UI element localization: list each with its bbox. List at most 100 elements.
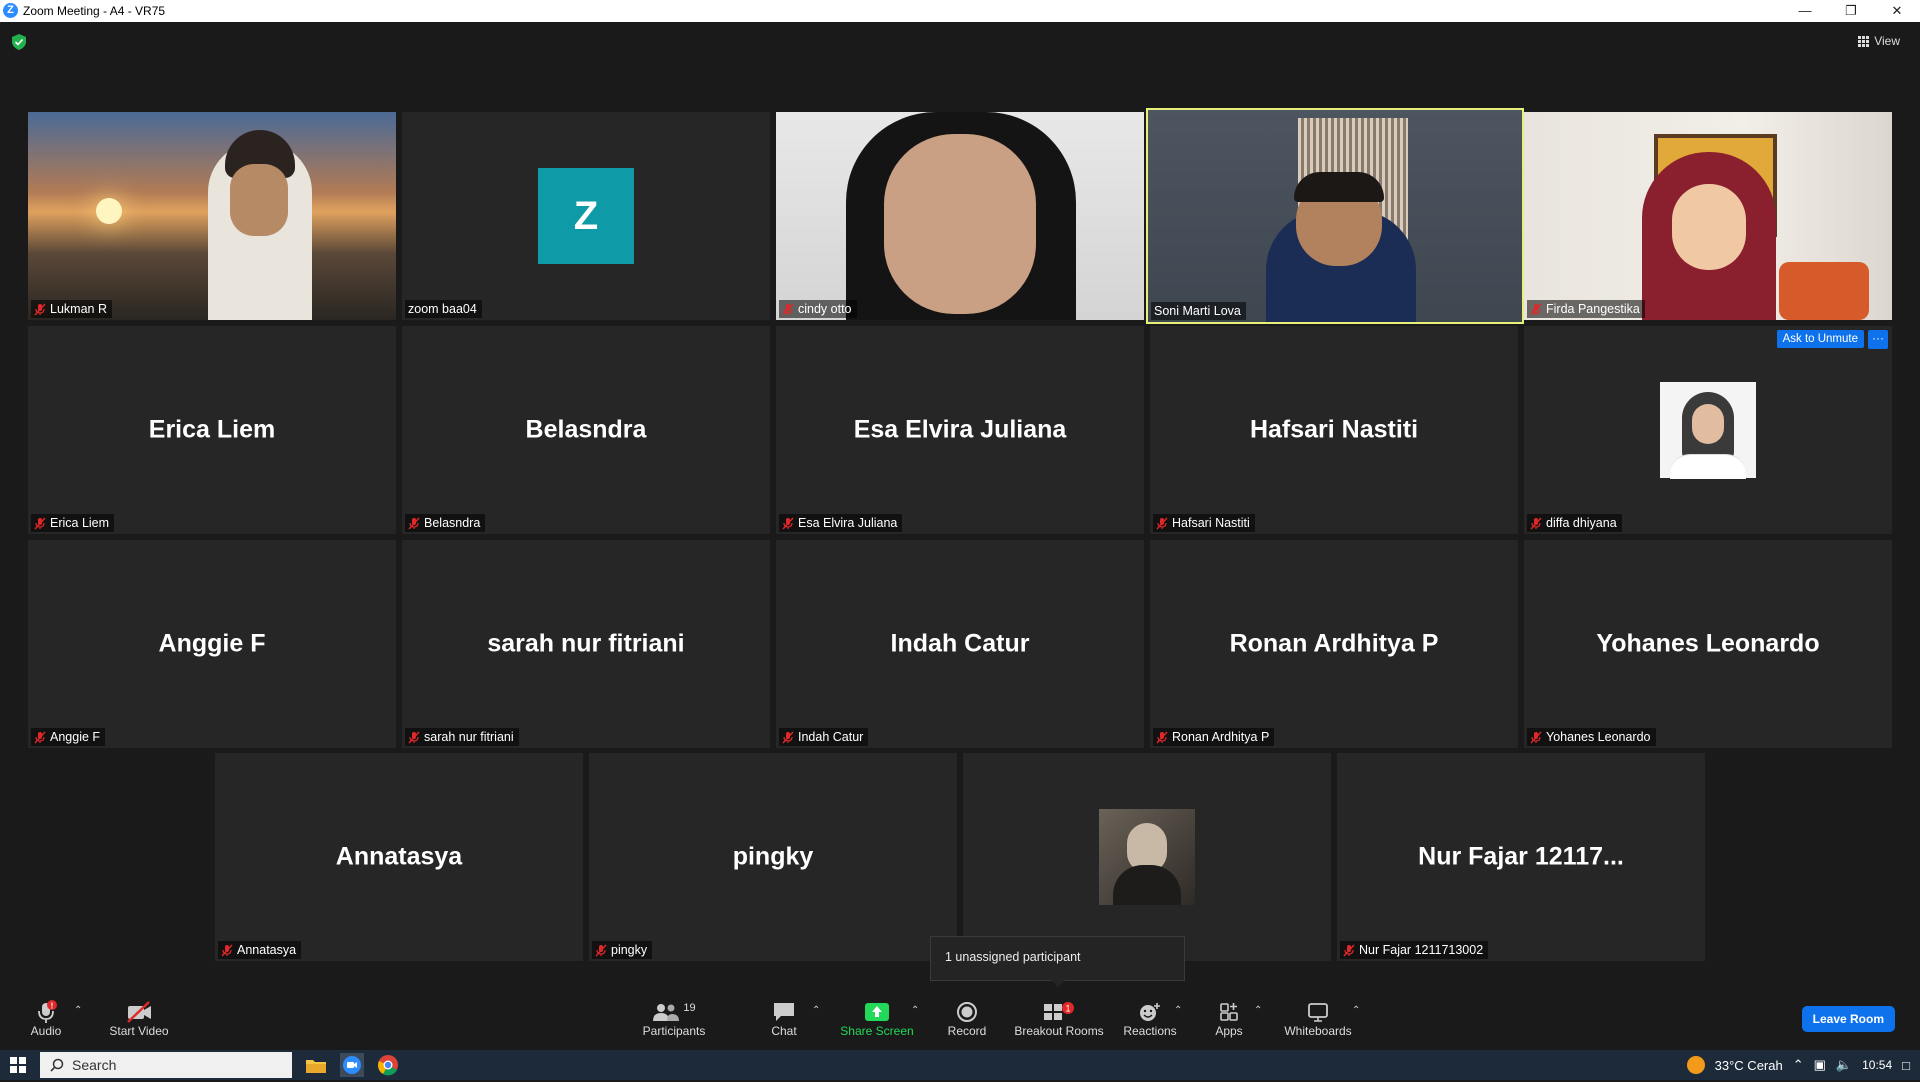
file-explorer-icon[interactable] xyxy=(304,1053,328,1077)
nameplate: Erica Liem xyxy=(31,514,115,532)
breakout-badge: 1 xyxy=(1065,1004,1070,1014)
share-screen-icon xyxy=(865,1003,889,1021)
record-icon xyxy=(957,1002,977,1022)
profile-picture xyxy=(1660,382,1756,479)
video-tile[interactable]: Annatasya Annatasya xyxy=(215,753,583,961)
chrome-icon[interactable] xyxy=(376,1053,400,1077)
leave-room-button[interactable]: Leave Room xyxy=(1801,1006,1895,1032)
close-button[interactable]: ✕ xyxy=(1874,0,1920,22)
weather-text[interactable]: 33°C Cerah xyxy=(1715,1058,1783,1073)
meeting-toolbar: ! Audio ⌃ Start Video 19 Participants Ch… xyxy=(0,995,1920,1047)
reactions-options-caret[interactable]: ⌃ xyxy=(1174,1005,1182,1016)
participant-name: Hafsari Nastiti xyxy=(1172,516,1250,530)
share-screen-button[interactable]: Share Screen xyxy=(840,1000,914,1038)
view-button[interactable]: View xyxy=(1858,34,1900,48)
video-tile[interactable]: Hafsari Nastiti Hafsari Nastiti xyxy=(1150,326,1518,534)
share-options-caret[interactable]: ⌃ xyxy=(911,1005,919,1016)
participant-name: Soni Marti Lova xyxy=(1154,304,1241,318)
mic-muted-icon xyxy=(1343,944,1355,956)
participant-name: zoom baa04 xyxy=(408,302,477,316)
video-tile[interactable]: cindy otto xyxy=(776,112,1144,320)
breakout-rooms-button[interactable]: 1 Breakout Rooms xyxy=(1014,1000,1104,1038)
restore-button[interactable]: ❐ xyxy=(1828,0,1874,22)
video-tile-active-speaker[interactable]: Soni Marti Lova xyxy=(1146,108,1524,324)
reactions-button[interactable]: Reactions xyxy=(1122,1000,1178,1038)
mic-muted-icon xyxy=(782,303,794,315)
audio-options-caret[interactable]: ⌃ xyxy=(74,1005,82,1016)
video-tile[interactable]: pingky pingky xyxy=(589,753,957,961)
record-button[interactable]: Record xyxy=(944,1000,990,1038)
taskbar-search-box[interactable]: Search xyxy=(40,1052,292,1078)
nameplate: Soni Marti Lova xyxy=(1151,302,1246,320)
apps-options-caret[interactable]: ⌃ xyxy=(1254,1005,1262,1016)
apps-button[interactable]: Apps xyxy=(1212,1000,1246,1038)
zoom-taskbar-icon[interactable] xyxy=(340,1053,364,1077)
nameplate: Ronan Ardhitya P xyxy=(1153,728,1275,746)
whiteboards-button[interactable]: Whiteboards xyxy=(1282,1000,1354,1038)
notifications-icon[interactable]: □ xyxy=(1902,1058,1910,1073)
nameplate: Lukman R xyxy=(31,300,112,318)
microphone-icon: ! xyxy=(38,1000,57,1023)
video-tile[interactable]: Indah Catur Indah Catur xyxy=(776,540,1144,748)
nameplate: Indah Catur xyxy=(779,728,869,746)
participant-display-name: Erica Liem xyxy=(148,415,276,444)
participants-button[interactable]: 19 Participants xyxy=(640,1000,708,1038)
clock[interactable]: 10:54 xyxy=(1862,1058,1892,1072)
window-title: Zoom Meeting - A4 - VR75 xyxy=(23,4,166,18)
video-tile[interactable]: Ask to Unmute ··· diffa dhiyana xyxy=(1524,326,1892,534)
video-tile[interactable]: Esa Elvira Juliana Esa Elvira Juliana xyxy=(776,326,1144,534)
nameplate: Annatasya xyxy=(218,941,302,959)
participants-count: 19 xyxy=(683,1002,696,1014)
ask-to-unmute-button[interactable]: Ask to Unmute xyxy=(1776,330,1864,348)
participant-name: cindy otto xyxy=(798,302,852,316)
video-tile[interactable]: Anggie F Anggie F xyxy=(28,540,396,748)
volume-icon[interactable]: 🔈 xyxy=(1836,1057,1852,1073)
participant-name: pingky xyxy=(611,943,648,957)
mic-muted-icon xyxy=(34,303,46,315)
participant-video xyxy=(1524,112,1892,320)
participant-display-name: Nur Fajar 12117... xyxy=(1418,842,1624,871)
show-hidden-icons-caret[interactable]: ⌃ xyxy=(1793,1057,1804,1073)
chat-icon xyxy=(774,1003,794,1021)
more-options-button[interactable]: ··· xyxy=(1868,330,1888,349)
video-tile[interactable] xyxy=(963,753,1331,961)
audio-button[interactable]: ! Audio xyxy=(22,1000,70,1038)
video-tile[interactable]: sarah nur fitriani sarah nur fitriani xyxy=(402,540,770,748)
video-tile[interactable]: Firda Pangestika xyxy=(1524,112,1892,320)
video-tile[interactable]: Lukman R xyxy=(28,112,396,320)
video-tile[interactable]: Z zoom baa04 xyxy=(402,112,770,320)
whiteboards-options-caret[interactable]: ⌃ xyxy=(1352,1005,1360,1016)
participant-name: Yohanes Leonardo xyxy=(1546,730,1651,744)
nameplate: pingky xyxy=(592,941,653,959)
start-video-button[interactable]: Start Video xyxy=(104,1000,174,1038)
record-label: Record xyxy=(947,1024,987,1038)
participant-display-name: sarah nur fitriani xyxy=(487,629,685,658)
windows-start-icon[interactable] xyxy=(10,1057,26,1073)
participant-display-name: Hafsari Nastiti xyxy=(1249,415,1419,444)
video-tile[interactable]: Erica Liem Erica Liem xyxy=(28,326,396,534)
video-tile[interactable]: Belasndra Belasndra xyxy=(402,326,770,534)
nameplate: Esa Elvira Juliana xyxy=(779,514,903,532)
video-tile[interactable]: Yohanes Leonardo Yohanes Leonardo xyxy=(1524,540,1892,748)
network-icon[interactable]: ▣ xyxy=(1814,1057,1826,1073)
nameplate: Belasndra xyxy=(405,514,486,532)
nameplate: diffa dhiyana xyxy=(1527,514,1622,532)
profile-picture xyxy=(1099,809,1195,905)
mic-muted-icon xyxy=(1156,731,1168,743)
chat-button[interactable]: Chat xyxy=(760,1000,808,1038)
breakout-tooltip: 1 unassigned participant xyxy=(930,936,1185,987)
chat-options-caret[interactable]: ⌃ xyxy=(812,1005,820,1016)
minimize-button[interactable]: — xyxy=(1782,0,1828,22)
video-tile[interactable]: Nur Fajar 12117... Nur Fajar 1211713002 xyxy=(1337,753,1705,961)
participant-name: Nur Fajar 1211713002 xyxy=(1359,943,1484,957)
video-tile[interactable]: Ronan Ardhitya P Ronan Ardhitya P xyxy=(1150,540,1518,748)
reactions-label: Reactions xyxy=(1123,1024,1177,1038)
nameplate: zoom baa04 xyxy=(405,300,482,318)
apps-icon xyxy=(1220,1003,1238,1021)
participant-display-name: Yohanes Leonardo xyxy=(1596,629,1820,658)
shield-icon[interactable] xyxy=(12,34,26,50)
participant-name: Firda Pangestika xyxy=(1546,302,1640,316)
participant-display-name: Anggie F xyxy=(158,629,266,658)
view-label: View xyxy=(1874,34,1900,48)
participant-video xyxy=(1148,110,1522,322)
